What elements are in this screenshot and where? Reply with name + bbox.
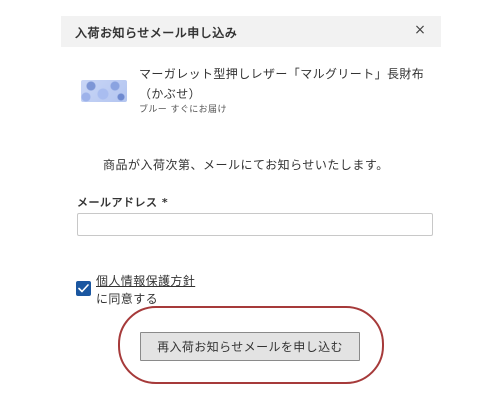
email-label: メールアドレス * — [77, 196, 169, 209]
restock-notification-modal: 入荷お知らせメール申し込み × マーガレット型押しレザー「マルグリート」長財布（… — [61, 16, 441, 400]
modal-header: 入荷お知らせメール申し込み × — [61, 16, 441, 47]
product-name: マーガレット型押しレザー「マルグリート」長財布（かぶせ） — [139, 67, 425, 101]
product-thumbnail — [81, 80, 127, 102]
product-variant: ブルー すぐにお届け — [139, 105, 227, 115]
consent-checkbox[interactable] — [76, 281, 91, 296]
modal-title: 入荷お知らせメール申し込み — [75, 26, 238, 40]
page: 入荷お知らせメール申し込み × マーガレット型押しレザー「マルグリート」長財布（… — [0, 0, 500, 400]
checkmark-icon — [78, 284, 89, 293]
close-icon[interactable]: × — [413, 22, 427, 38]
consent-agree-text: に同意する — [96, 292, 159, 306]
privacy-policy-link[interactable]: 個人情報保護方針 — [96, 272, 195, 289]
submit-restock-button[interactable]: 再入荷お知らせメールを申し込む — [140, 332, 360, 361]
email-field[interactable] — [77, 213, 433, 236]
notification-description: 商品が入荷次第、メールにてお知らせいたします。 — [103, 158, 389, 172]
